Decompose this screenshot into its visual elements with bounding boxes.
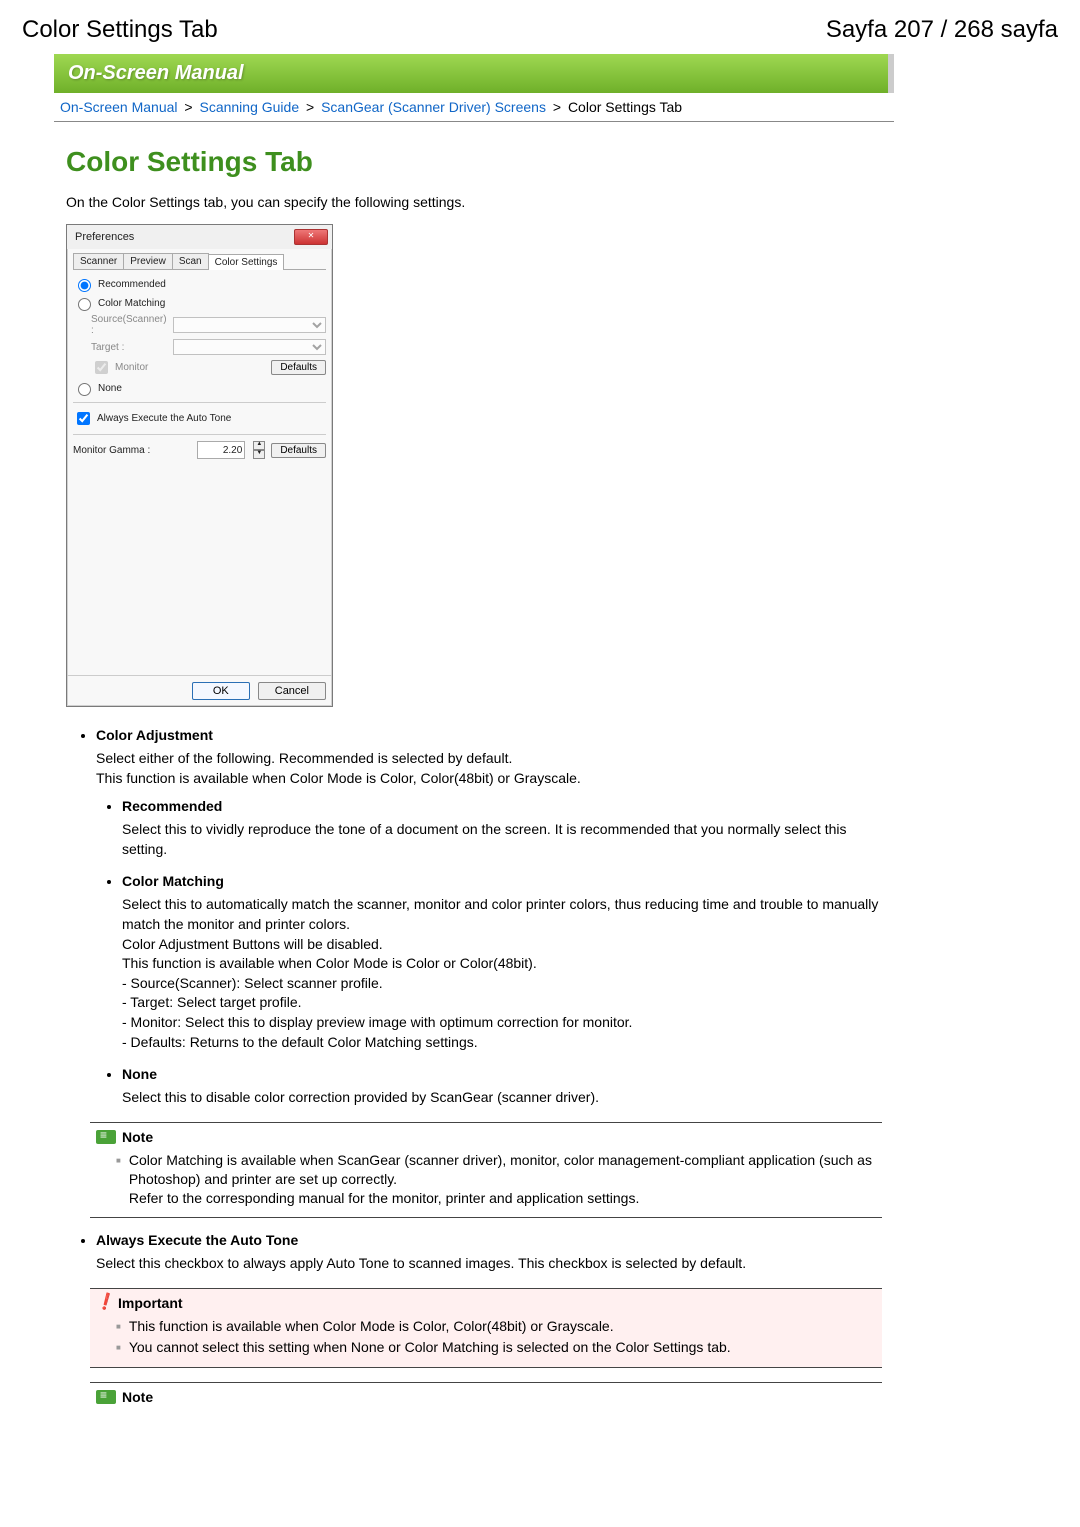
gamma-value[interactable]: 2.20 [197,441,245,459]
radio-recommended-label: Recommended [98,279,166,290]
radio-recommended[interactable] [78,279,91,292]
monitor-label: Monitor [115,362,148,373]
text: Select this checkbox to always apply Aut… [96,1254,882,1274]
target-label: Target : [91,342,169,353]
note-icon [96,1130,116,1144]
text: Color Matching is available when ScanGea… [129,1152,872,1187]
dialog-tabs: Scanner Preview Scan Color Settings [73,253,326,270]
text: Select this to vividly reproduce the ton… [122,820,882,859]
radio-none[interactable] [78,383,91,396]
preferences-dialog: Preferences ✕ Scanner Preview Scan Color… [66,224,333,707]
source-label: Source(Scanner) : [91,314,169,336]
breadcrumb-sep: > [553,99,561,115]
close-icon[interactable]: ✕ [294,229,328,245]
note-icon [96,1390,116,1404]
dialog-title: Preferences [75,231,134,243]
important-item: This function is available when Color Mo… [116,1317,872,1336]
heading-recommended: Recommended [122,798,882,814]
radio-color-matching-label: Color Matching [98,298,165,309]
auto-tone-checkbox[interactable] [77,412,90,425]
important-callout: Important This function is available whe… [90,1288,882,1368]
important-heading: Important [118,1295,183,1311]
tab-preview[interactable]: Preview [123,253,173,269]
section-color-adjustment: Color Adjustment Select either of the fo… [96,727,882,1108]
heading-color-adjustment: Color Adjustment [96,727,882,743]
text: - Defaults: Returns to the default Color… [122,1033,882,1053]
section-none: None Select this to disable color correc… [122,1066,882,1108]
note-item: Color Matching is available when ScanGea… [116,1151,872,1208]
auto-tone-label: Always Execute the Auto Tone [97,413,231,424]
note-callout: Note Color Matching is available when Sc… [90,1122,882,1219]
text: Color Adjustment Buttons will be disable… [122,935,882,955]
text: - Monitor: Select this to display previe… [122,1013,882,1033]
page-title: Color Settings Tab [66,146,894,178]
text: You cannot select this setting when None… [129,1338,731,1357]
section-auto-tone: Always Execute the Auto Tone Select this… [96,1232,882,1274]
note-heading: Note [122,1389,153,1405]
defaults-button-matching[interactable]: Defaults [271,360,326,375]
section-color-matching: Color Matching Select this to automatica… [122,873,882,1052]
heading-none: None [122,1066,882,1082]
cancel-button[interactable]: Cancel [258,682,326,700]
important-item: You cannot select this setting when None… [116,1338,872,1357]
divider [54,121,894,122]
target-select[interactable] [173,339,326,355]
text: - Target: Select target profile. [122,993,882,1013]
breadcrumb-link-scanning-guide[interactable]: Scanning Guide [199,99,299,115]
text: Select this to automatically match the s… [122,895,882,934]
intro-text: On the Color Settings tab, you can speci… [66,194,894,210]
note-callout-2: Note [90,1382,882,1407]
text: Refer to the corresponding manual for th… [129,1190,640,1206]
breadcrumb-current: Color Settings Tab [568,99,682,115]
important-icon [96,1295,112,1311]
text: - Source(Scanner): Select scanner profil… [122,974,882,994]
defaults-button-gamma[interactable]: Defaults [271,443,326,458]
heading-auto-tone: Always Execute the Auto Tone [96,1232,882,1248]
dialog-titlebar: Preferences ✕ [67,225,332,249]
tab-scanner[interactable]: Scanner [73,253,124,269]
gamma-spinner[interactable]: ▲ ▼ [253,441,265,459]
breadcrumb-sep: > [306,99,314,115]
chevron-up-icon[interactable]: ▲ [253,441,265,450]
text: Select this to disable color correction … [122,1088,882,1108]
breadcrumb-link-on-screen-manual[interactable]: On-Screen Manual [60,99,178,115]
breadcrumb-link-scangear-screens[interactable]: ScanGear (Scanner Driver) Screens [321,99,546,115]
chevron-down-icon[interactable]: ▼ [253,450,265,459]
radio-color-matching[interactable] [78,298,91,311]
section-recommended: Recommended Select this to vividly repro… [122,798,882,859]
ok-button[interactable]: OK [192,682,250,700]
tab-scan[interactable]: Scan [172,253,209,269]
text: Select either of the following. Recommen… [96,749,882,769]
breadcrumb-sep: > [184,99,192,115]
header-left: Color Settings Tab [22,16,218,44]
source-select[interactable] [173,317,326,333]
heading-color-matching: Color Matching [122,873,882,889]
monitor-checkbox[interactable] [95,361,108,374]
manual-banner: On-Screen Manual [54,54,894,93]
text: This function is available when Color Mo… [96,769,882,789]
header-right: Sayfa 207 / 268 sayfa [826,16,1058,44]
breadcrumb: On-Screen Manual > Scanning Guide > Scan… [54,93,894,119]
gamma-label: Monitor Gamma : [73,445,191,456]
note-heading: Note [122,1129,153,1145]
page-header: Color Settings Tab Sayfa 207 / 268 sayfa [18,12,1062,54]
text: This function is available when Color Mo… [122,954,882,974]
text: This function is available when Color Mo… [129,1317,614,1336]
radio-none-label: None [98,383,122,394]
tab-color-settings[interactable]: Color Settings [208,254,285,270]
